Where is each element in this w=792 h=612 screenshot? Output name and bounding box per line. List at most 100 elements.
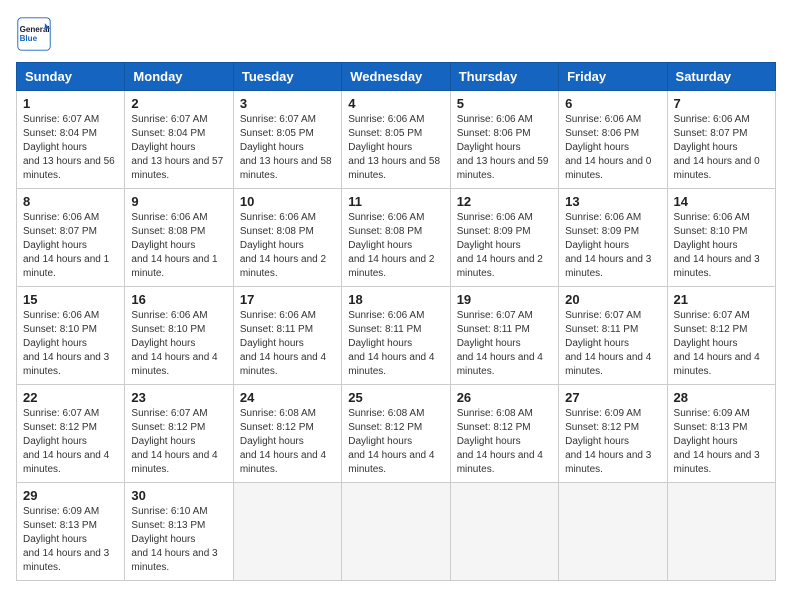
day-number: 24 [240,390,335,405]
day-number: 25 [348,390,443,405]
weekday-header-row: SundayMondayTuesdayWednesdayThursdayFrid… [17,63,776,91]
weekday-header-wednesday: Wednesday [342,63,450,91]
day-info: Sunrise: 6:06 AM Sunset: 8:09 PM Dayligh… [565,211,660,281]
svg-text:Blue: Blue [20,34,38,43]
day-number: 19 [457,292,552,307]
day-info: Sunrise: 6:10 AM Sunset: 8:13 PM Dayligh… [131,505,226,575]
calendar-day-26: 26 Sunrise: 6:08 AM Sunset: 8:12 PM Dayl… [450,385,558,483]
day-number: 29 [23,488,118,503]
weekday-header-tuesday: Tuesday [233,63,341,91]
calendar-day-2: 2 Sunrise: 6:07 AM Sunset: 8:04 PM Dayli… [125,91,233,189]
day-info: Sunrise: 6:06 AM Sunset: 8:06 PM Dayligh… [457,113,552,183]
day-info: Sunrise: 6:07 AM Sunset: 8:11 PM Dayligh… [565,309,660,379]
calendar-week-1: 1 Sunrise: 6:07 AM Sunset: 8:04 PM Dayli… [17,91,776,189]
calendar-day-29: 29 Sunrise: 6:09 AM Sunset: 8:13 PM Dayl… [17,483,125,581]
day-number: 12 [457,194,552,209]
calendar-week-5: 29 Sunrise: 6:09 AM Sunset: 8:13 PM Dayl… [17,483,776,581]
calendar-day-empty [450,483,558,581]
day-info: Sunrise: 6:08 AM Sunset: 8:12 PM Dayligh… [240,407,335,477]
calendar-day-20: 20 Sunrise: 6:07 AM Sunset: 8:11 PM Dayl… [559,287,667,385]
day-number: 17 [240,292,335,307]
calendar-day-11: 11 Sunrise: 6:06 AM Sunset: 8:08 PM Dayl… [342,189,450,287]
day-info: Sunrise: 6:08 AM Sunset: 8:12 PM Dayligh… [348,407,443,477]
calendar-day-4: 4 Sunrise: 6:06 AM Sunset: 8:05 PM Dayli… [342,91,450,189]
calendar-day-24: 24 Sunrise: 6:08 AM Sunset: 8:12 PM Dayl… [233,385,341,483]
day-info: Sunrise: 6:06 AM Sunset: 8:09 PM Dayligh… [457,211,552,281]
calendar-day-17: 17 Sunrise: 6:06 AM Sunset: 8:11 PM Dayl… [233,287,341,385]
calendar-day-empty [342,483,450,581]
day-number: 15 [23,292,118,307]
day-number: 14 [674,194,769,209]
day-number: 26 [457,390,552,405]
calendar-week-2: 8 Sunrise: 6:06 AM Sunset: 8:07 PM Dayli… [17,189,776,287]
day-info: Sunrise: 6:06 AM Sunset: 8:08 PM Dayligh… [348,211,443,281]
day-number: 22 [23,390,118,405]
day-info: Sunrise: 6:07 AM Sunset: 8:12 PM Dayligh… [674,309,769,379]
page-header: General Blue [16,16,776,52]
calendar-day-9: 9 Sunrise: 6:06 AM Sunset: 8:08 PM Dayli… [125,189,233,287]
calendar-day-27: 27 Sunrise: 6:09 AM Sunset: 8:12 PM Dayl… [559,385,667,483]
day-info: Sunrise: 6:06 AM Sunset: 8:10 PM Dayligh… [131,309,226,379]
day-info: Sunrise: 6:07 AM Sunset: 8:12 PM Dayligh… [23,407,118,477]
day-number: 8 [23,194,118,209]
day-number: 11 [348,194,443,209]
calendar-day-empty [667,483,775,581]
day-number: 20 [565,292,660,307]
day-number: 16 [131,292,226,307]
day-info: Sunrise: 6:09 AM Sunset: 8:13 PM Dayligh… [23,505,118,575]
day-info: Sunrise: 6:06 AM Sunset: 8:11 PM Dayligh… [348,309,443,379]
calendar-day-5: 5 Sunrise: 6:06 AM Sunset: 8:06 PM Dayli… [450,91,558,189]
day-info: Sunrise: 6:08 AM Sunset: 8:12 PM Dayligh… [457,407,552,477]
weekday-header-monday: Monday [125,63,233,91]
day-info: Sunrise: 6:06 AM Sunset: 8:10 PM Dayligh… [23,309,118,379]
day-info: Sunrise: 6:06 AM Sunset: 8:10 PM Dayligh… [674,211,769,281]
day-info: Sunrise: 6:06 AM Sunset: 8:11 PM Dayligh… [240,309,335,379]
day-info: Sunrise: 6:07 AM Sunset: 8:12 PM Dayligh… [131,407,226,477]
calendar-day-13: 13 Sunrise: 6:06 AM Sunset: 8:09 PM Dayl… [559,189,667,287]
calendar-day-empty [233,483,341,581]
day-info: Sunrise: 6:06 AM Sunset: 8:07 PM Dayligh… [23,211,118,281]
day-info: Sunrise: 6:06 AM Sunset: 8:06 PM Dayligh… [565,113,660,183]
day-number: 1 [23,96,118,111]
day-number: 30 [131,488,226,503]
calendar-day-22: 22 Sunrise: 6:07 AM Sunset: 8:12 PM Dayl… [17,385,125,483]
calendar-day-12: 12 Sunrise: 6:06 AM Sunset: 8:09 PM Dayl… [450,189,558,287]
day-number: 28 [674,390,769,405]
calendar-day-empty [559,483,667,581]
day-info: Sunrise: 6:07 AM Sunset: 8:04 PM Dayligh… [23,113,118,183]
calendar-day-21: 21 Sunrise: 6:07 AM Sunset: 8:12 PM Dayl… [667,287,775,385]
calendar-day-30: 30 Sunrise: 6:10 AM Sunset: 8:13 PM Dayl… [125,483,233,581]
day-info: Sunrise: 6:06 AM Sunset: 8:07 PM Dayligh… [674,113,769,183]
calendar-day-18: 18 Sunrise: 6:06 AM Sunset: 8:11 PM Dayl… [342,287,450,385]
day-number: 27 [565,390,660,405]
calendar-day-14: 14 Sunrise: 6:06 AM Sunset: 8:10 PM Dayl… [667,189,775,287]
day-number: 21 [674,292,769,307]
calendar-day-10: 10 Sunrise: 6:06 AM Sunset: 8:08 PM Dayl… [233,189,341,287]
calendar-day-25: 25 Sunrise: 6:08 AM Sunset: 8:12 PM Dayl… [342,385,450,483]
calendar-day-1: 1 Sunrise: 6:07 AM Sunset: 8:04 PM Dayli… [17,91,125,189]
day-number: 9 [131,194,226,209]
calendar-week-4: 22 Sunrise: 6:07 AM Sunset: 8:12 PM Dayl… [17,385,776,483]
day-number: 13 [565,194,660,209]
day-number: 2 [131,96,226,111]
calendar-day-19: 19 Sunrise: 6:07 AM Sunset: 8:11 PM Dayl… [450,287,558,385]
day-info: Sunrise: 6:07 AM Sunset: 8:05 PM Dayligh… [240,113,335,183]
day-number: 18 [348,292,443,307]
day-info: Sunrise: 6:07 AM Sunset: 8:04 PM Dayligh… [131,113,226,183]
day-number: 6 [565,96,660,111]
logo-icon: General Blue [16,16,52,52]
day-info: Sunrise: 6:09 AM Sunset: 8:13 PM Dayligh… [674,407,769,477]
calendar-day-8: 8 Sunrise: 6:06 AM Sunset: 8:07 PM Dayli… [17,189,125,287]
day-number: 3 [240,96,335,111]
calendar-day-6: 6 Sunrise: 6:06 AM Sunset: 8:06 PM Dayli… [559,91,667,189]
calendar-day-15: 15 Sunrise: 6:06 AM Sunset: 8:10 PM Dayl… [17,287,125,385]
calendar-table: SundayMondayTuesdayWednesdayThursdayFrid… [16,62,776,581]
calendar-week-3: 15 Sunrise: 6:06 AM Sunset: 8:10 PM Dayl… [17,287,776,385]
day-number: 5 [457,96,552,111]
weekday-header-friday: Friday [559,63,667,91]
day-number: 23 [131,390,226,405]
day-info: Sunrise: 6:06 AM Sunset: 8:08 PM Dayligh… [131,211,226,281]
calendar-day-7: 7 Sunrise: 6:06 AM Sunset: 8:07 PM Dayli… [667,91,775,189]
calendar-day-23: 23 Sunrise: 6:07 AM Sunset: 8:12 PM Dayl… [125,385,233,483]
logo: General Blue [16,16,56,52]
